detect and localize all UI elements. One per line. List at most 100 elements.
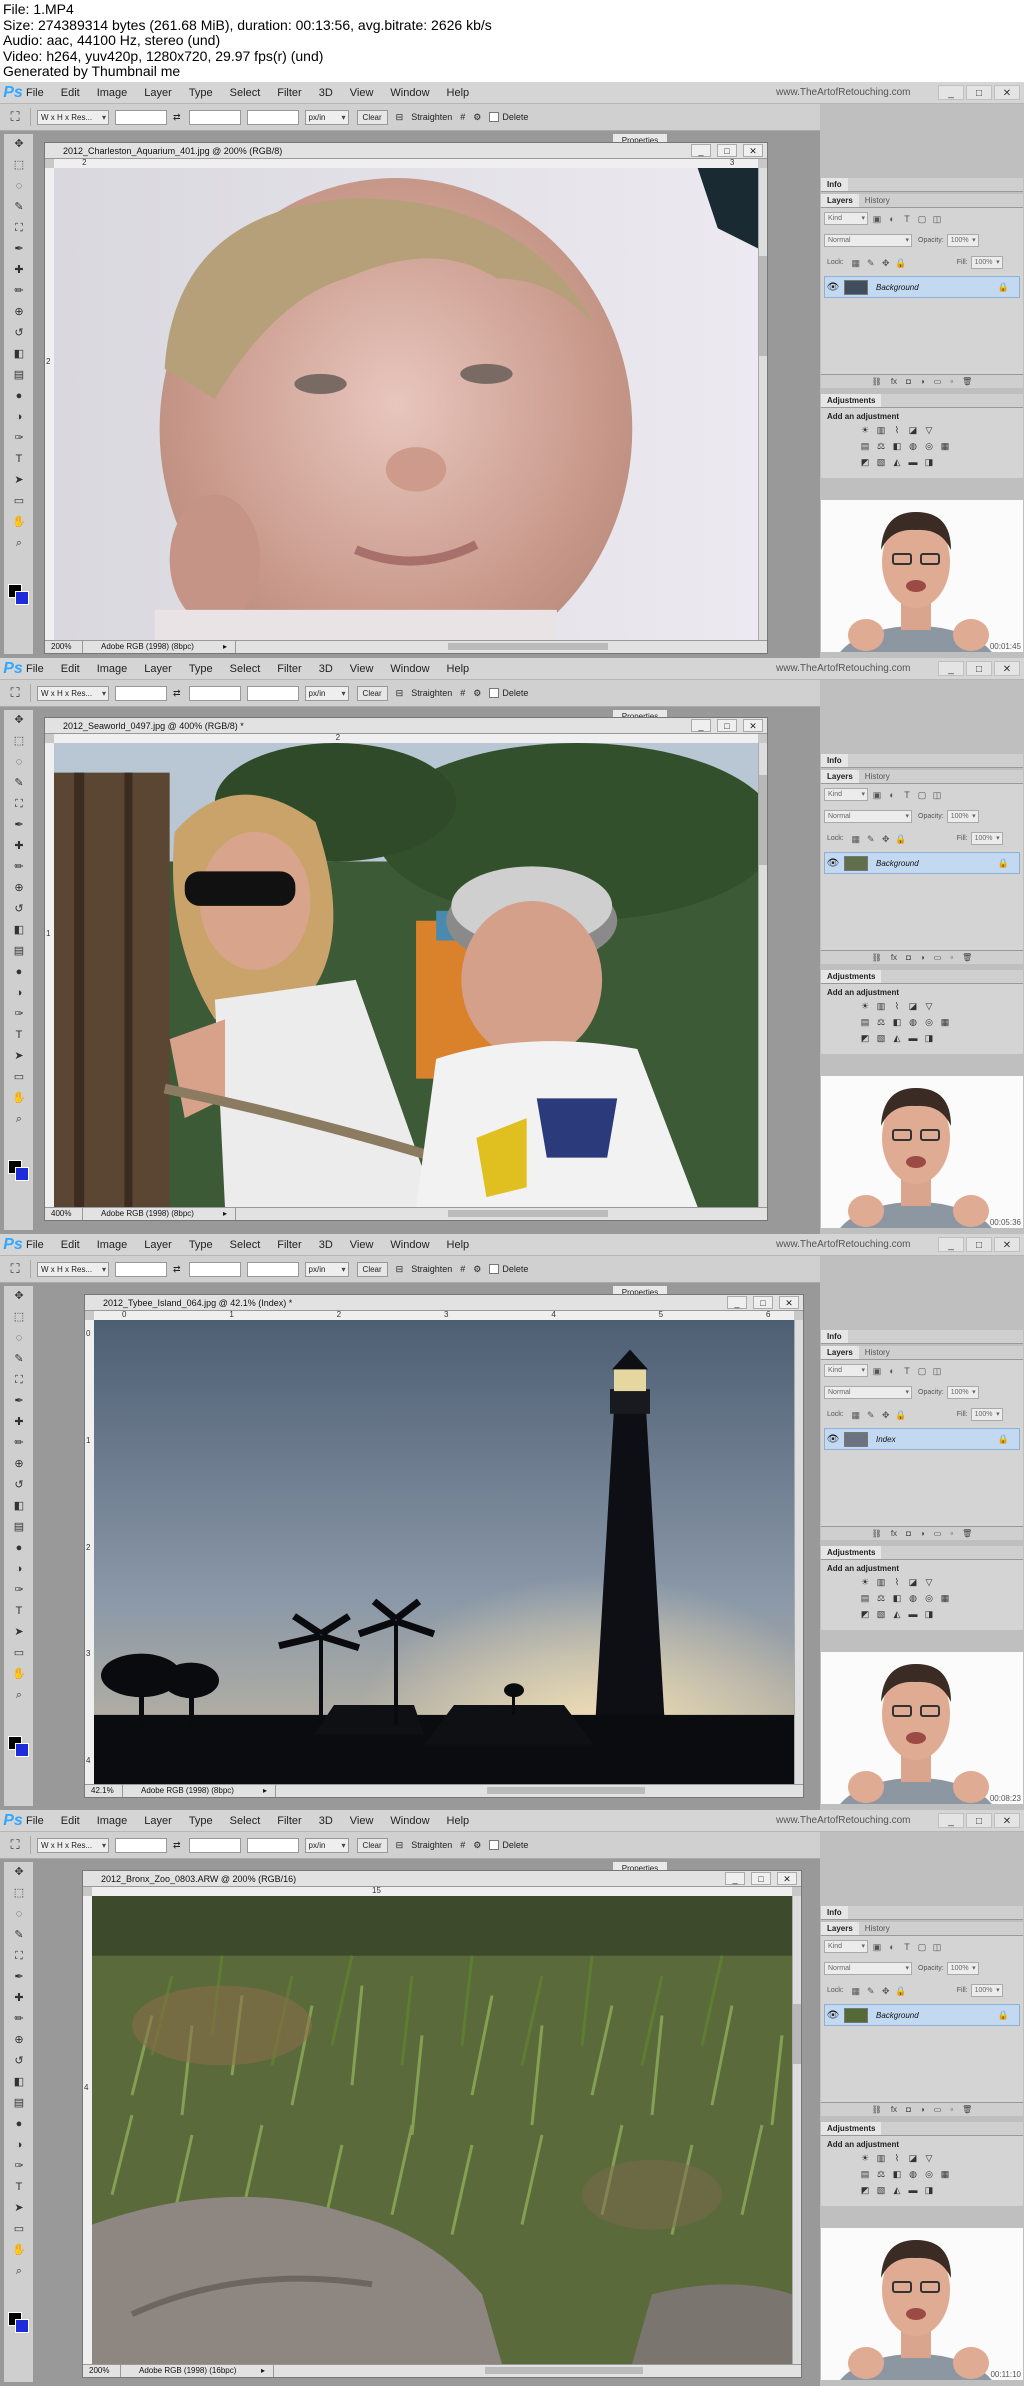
invert-icon[interactable]: ◩ xyxy=(859,2185,871,2196)
brightness-icon[interactable]: ☀ xyxy=(859,2153,871,2164)
marquee-icon[interactable]: ⬚ xyxy=(4,1883,34,1904)
brush-icon[interactable]: ✏ xyxy=(4,857,34,878)
fill-field[interactable]: 100% xyxy=(970,1408,1003,1421)
lock-pixels-icon[interactable]: ✎ xyxy=(865,257,877,269)
menu-item-window[interactable]: Window xyxy=(390,1815,429,1827)
group-icon[interactable]: ▭ xyxy=(934,375,942,388)
marquee-icon[interactable]: ⬚ xyxy=(4,1307,34,1328)
menu-item-filter[interactable]: Filter xyxy=(277,663,301,675)
expand-arrow-icon[interactable]: ▸ xyxy=(263,1785,275,1797)
bw-icon[interactable]: ◧ xyxy=(891,1593,903,1604)
path-select-icon[interactable]: ➤ xyxy=(4,2198,34,2219)
zoom-icon[interactable]: ⌕ xyxy=(4,2261,34,2282)
levels-icon[interactable]: ▥ xyxy=(875,425,887,436)
menu-item-select[interactable]: Select xyxy=(230,1239,261,1251)
shape-filter-icon[interactable]: ▢ xyxy=(916,213,928,225)
pen-icon[interactable]: ✑ xyxy=(4,2156,34,2177)
maximize-icon[interactable]: □ xyxy=(717,719,737,732)
stamp-icon[interactable]: ⊕ xyxy=(4,2030,34,2051)
bw-icon[interactable]: ◧ xyxy=(891,1017,903,1028)
horizontal-scrollbar[interactable] xyxy=(235,1208,767,1220)
type-icon[interactable]: T xyxy=(4,1025,34,1046)
crop-icon[interactable]: ⛶ xyxy=(4,218,34,239)
gradient-map-icon[interactable]: ▬ xyxy=(907,457,919,468)
type-filter-icon[interactable]: T xyxy=(901,1365,913,1377)
horizontal-scrollbar[interactable] xyxy=(275,1785,803,1797)
menu-item-image[interactable]: Image xyxy=(97,1815,128,1827)
lock-transparency-icon[interactable]: ▦ xyxy=(850,833,862,845)
eraser-icon[interactable]: ◧ xyxy=(4,920,34,941)
vertical-scrollbar[interactable] xyxy=(794,1320,803,1784)
history-brush-icon[interactable]: ↺ xyxy=(4,1475,34,1496)
shape-icon[interactable]: ▭ xyxy=(4,1643,34,1664)
image-canvas[interactable] xyxy=(54,168,758,640)
healing-icon[interactable]: ✚ xyxy=(4,1988,34,2009)
history-brush-icon[interactable]: ↺ xyxy=(4,2051,34,2072)
exposure-icon[interactable]: ◪ xyxy=(907,1577,919,1588)
healing-icon[interactable]: ✚ xyxy=(4,260,34,281)
width-field[interactable] xyxy=(115,1837,167,1853)
color-balance-icon[interactable]: ⚖ xyxy=(875,1017,887,1028)
color-balance-icon[interactable]: ⚖ xyxy=(875,1593,887,1604)
color-lookup-icon[interactable]: ▦ xyxy=(939,1593,951,1604)
tab-history[interactable]: History xyxy=(859,770,896,783)
expand-arrow-icon[interactable]: ▸ xyxy=(261,2365,273,2377)
curves-icon[interactable]: ⌇ xyxy=(891,2153,903,2164)
curves-icon[interactable]: ⌇ xyxy=(891,425,903,436)
hue-sat-icon[interactable]: ▤ xyxy=(859,1017,871,1028)
mask-icon[interactable]: ◘ xyxy=(906,375,911,388)
menu-item-file[interactable]: File xyxy=(26,87,44,99)
link-icon[interactable]: ⛓ xyxy=(872,951,882,964)
crop-icon[interactable]: ⛶ xyxy=(4,794,34,815)
selective-color-icon[interactable]: ◨ xyxy=(923,1033,935,1044)
threshold-icon[interactable]: ◭ xyxy=(891,1609,903,1620)
ratio-select[interactable]: W x H x Res... xyxy=(37,1261,109,1277)
image-filter-icon[interactable]: ▣ xyxy=(871,1365,883,1377)
layer-name[interactable]: Index xyxy=(876,1435,998,1444)
menu-item-edit[interactable]: Edit xyxy=(61,663,80,675)
curves-icon[interactable]: ⌇ xyxy=(891,1577,903,1588)
straighten-label[interactable]: Straighten xyxy=(411,112,452,122)
layer-name[interactable]: Background xyxy=(876,283,998,292)
link-icon[interactable]: ⛓ xyxy=(872,1527,882,1540)
brush-icon[interactable]: ✏ xyxy=(4,2009,34,2030)
smart-filter-icon[interactable]: ◫ xyxy=(931,1941,943,1953)
menu-item-file[interactable]: File xyxy=(26,663,44,675)
straighten-icon[interactable]: ⊟ xyxy=(396,1840,404,1851)
smart-filter-icon[interactable]: ◫ xyxy=(931,1365,943,1377)
brush-icon[interactable]: ✏ xyxy=(4,281,34,302)
tab-layers[interactable]: Layers xyxy=(821,1922,859,1935)
height-field[interactable] xyxy=(188,1261,241,1277)
straighten-icon[interactable]: ⊟ xyxy=(396,112,404,123)
blend-mode-select[interactable]: Normal xyxy=(824,234,912,247)
document-title-bar[interactable]: 2012_Tybee_Island_064.jpg @ 42.1% (Index… xyxy=(85,1295,803,1311)
posterize-icon[interactable]: ▧ xyxy=(875,1609,887,1620)
threshold-icon[interactable]: ◭ xyxy=(891,2185,903,2196)
blend-mode-select[interactable]: Normal xyxy=(824,1962,912,1975)
close-icon[interactable]: ✕ xyxy=(994,1813,1020,1828)
color-lookup-icon[interactable]: ▦ xyxy=(939,1017,951,1028)
vertical-scrollbar[interactable] xyxy=(758,743,767,1207)
menu-item-file[interactable]: File xyxy=(26,1815,44,1827)
adjustment-filter-icon[interactable]: ◐ xyxy=(886,1365,898,1377)
hand-icon[interactable]: ✋ xyxy=(4,1088,34,1109)
vertical-scrollbar[interactable] xyxy=(758,168,767,640)
kind-filter-select[interactable]: Kind xyxy=(824,788,868,801)
visibility-eye-icon[interactable]: 👁 xyxy=(825,2010,841,2021)
blur-icon[interactable]: ● xyxy=(4,386,34,407)
dodge-icon[interactable]: ◑ xyxy=(4,983,34,1004)
lasso-icon[interactable]: ◌ xyxy=(4,1328,34,1349)
menu-item-image[interactable]: Image xyxy=(97,663,128,675)
selective-color-icon[interactable]: ◨ xyxy=(923,2185,935,2196)
pen-icon[interactable]: ✑ xyxy=(4,1580,34,1601)
zoom-icon[interactable]: ⌕ xyxy=(4,533,34,554)
visibility-eye-icon[interactable]: 👁 xyxy=(825,858,841,869)
shape-icon[interactable]: ▭ xyxy=(4,2219,34,2240)
lock-transparency-icon[interactable]: ▦ xyxy=(850,257,862,269)
horizontal-scrollbar[interactable] xyxy=(273,2365,801,2377)
clear-button[interactable]: Clear xyxy=(356,109,388,125)
lock-pixels-icon[interactable]: ✎ xyxy=(865,1409,877,1421)
menu-item-filter[interactable]: Filter xyxy=(277,87,301,99)
fx-icon[interactable]: fx xyxy=(891,2103,897,2116)
color-lookup-icon[interactable]: ▦ xyxy=(939,441,951,452)
